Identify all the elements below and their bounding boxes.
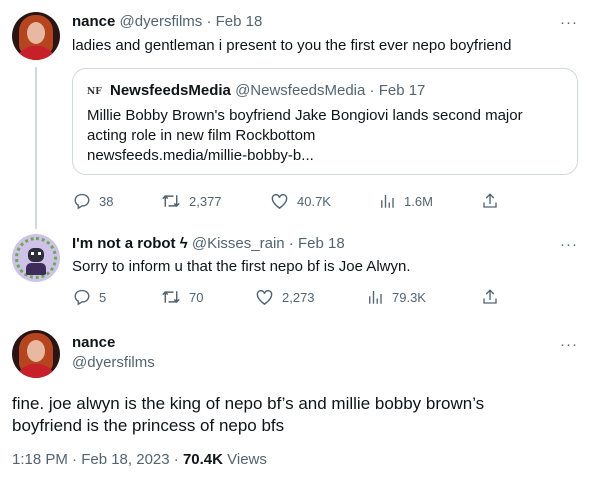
share-icon (483, 193, 497, 208)
author-handle[interactable]: @dyersfilms (120, 13, 203, 30)
tweet-text-line: boyfriend is the princess of nepo bfs (12, 416, 285, 435)
quote-text-line: acting role in new film Rockbottom (87, 127, 316, 144)
reply-icon (74, 193, 90, 210)
share-button[interactable] (481, 288, 499, 306)
tweet-header: nance @dyersfilms · Feb 18 (72, 12, 262, 32)
author-handle[interactable]: @dyersfilms (72, 353, 155, 373)
retweet-count: 2,377 (189, 193, 222, 209)
more-icon[interactable]: ··· (560, 237, 578, 252)
timestamp[interactable]: 1:18 PM · Feb 18, 2023 · (12, 451, 183, 468)
separator: · (206, 13, 212, 30)
reply-count: 38 (99, 193, 114, 209)
quote-author-handle: @NewsfeedsMedia (235, 82, 366, 99)
bolt-icon: ϟ (179, 235, 188, 252)
views-label: Views (222, 451, 267, 468)
views-count: 1.6M (404, 193, 433, 209)
avatar[interactable] (12, 12, 60, 60)
views-button[interactable]: 79.3K (366, 288, 426, 306)
retweet-icon (162, 291, 180, 303)
reply-button[interactable]: 38 (73, 192, 113, 210)
more-icon[interactable]: ··· (560, 15, 578, 30)
quoted-tweet[interactable]: NF NewsfeedsMedia @NewsfeedsMedia · Feb … (72, 68, 578, 175)
quote-text-line: Millie Bobby Brown's boyfriend Jake Bong… (87, 107, 523, 124)
reply-icon (74, 289, 90, 306)
retweet-button[interactable]: 70 (161, 288, 203, 306)
quote-author-name: NewsfeedsMedia (110, 82, 231, 99)
like-button[interactable]: 40.7K (270, 192, 331, 210)
tweet-text-line: fine. joe alwyn is the king of nepo bf’s… (12, 394, 485, 413)
views-button[interactable]: 1.6M (378, 192, 433, 210)
quote-date: Feb 17 (378, 82, 426, 99)
retweet-icon (162, 195, 180, 207)
tweet-text: ladies and gentleman i present to you th… (72, 37, 512, 54)
quote-link[interactable]: newsfeeds.media/millie-bobby-b... (87, 146, 314, 166)
author-name[interactable]: nance (72, 13, 115, 30)
like-count: 2,273 (282, 289, 315, 305)
like-button[interactable]: 2,273 (255, 288, 315, 306)
views-count: 79.3K (392, 289, 426, 305)
tweet-date[interactable]: Feb 18 (298, 235, 345, 252)
avatar[interactable] (12, 330, 60, 378)
tweet-meta: 1:18 PM · Feb 18, 2023 · 70.4K Views (12, 450, 267, 470)
separator: · (369, 82, 375, 99)
avatar[interactable] (12, 234, 60, 282)
views-icon (369, 291, 382, 304)
reply-button[interactable]: 5 (73, 288, 106, 306)
retweet-count: 70 (189, 289, 204, 305)
views-icon (381, 195, 394, 208)
more-icon[interactable]: ··· (560, 337, 578, 352)
thread-line (35, 67, 37, 229)
author-handle[interactable]: @Kisses_rain (192, 235, 285, 252)
share-button[interactable] (481, 192, 499, 210)
retweet-button[interactable]: 2,377 (161, 192, 222, 210)
reply-count: 5 (99, 289, 107, 305)
author-name[interactable]: nance (72, 333, 115, 353)
share-icon (483, 289, 497, 304)
tweet-text: Sorry to inform u that the first nepo bf… (72, 258, 411, 275)
quote-header: NewsfeedsMedia @NewsfeedsMedia · Feb 17 (110, 81, 425, 101)
author-name[interactable]: I'm not a robot (72, 235, 176, 252)
like-icon (271, 193, 288, 209)
like-icon (256, 289, 273, 305)
like-count: 40.7K (297, 193, 331, 209)
separator: · (288, 235, 294, 252)
tweet-header: I'm not a robot ϟ @Kisses_rain · Feb 18 (72, 234, 345, 254)
tweet-date[interactable]: Feb 18 (216, 13, 263, 30)
views-count: 70.4K (182, 451, 223, 468)
quote-avatar: NF (87, 87, 102, 97)
